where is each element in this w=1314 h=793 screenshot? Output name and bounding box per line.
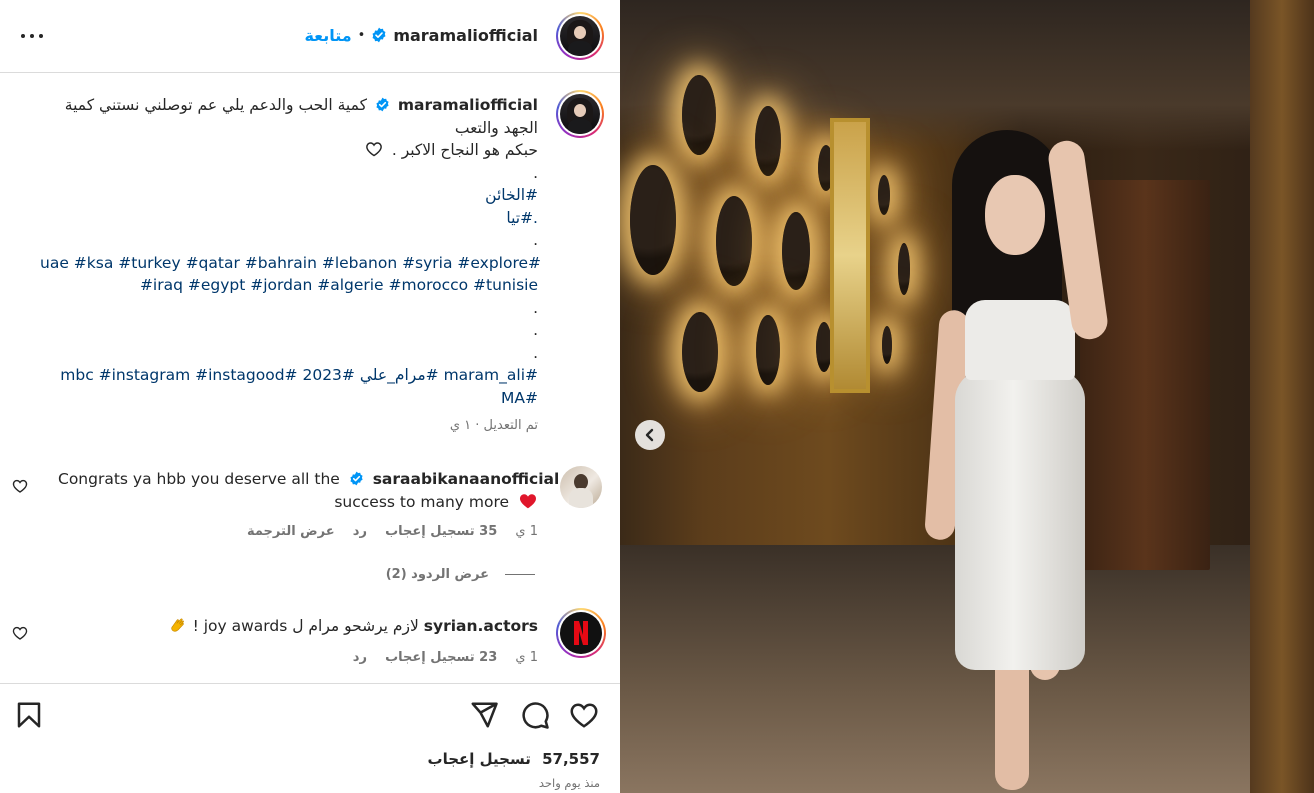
- post-caption: maramaliofficial كمية الحب والدعم يلي عم…: [40, 94, 541, 438]
- caption-text-line2: الجهد والتعب: [454, 118, 538, 137]
- comment-username[interactable]: saraabikanaanofficial: [373, 470, 560, 488]
- more-horizontal-icon-dot: [39, 34, 43, 38]
- comment-body: syrian.actors لازم يرشحو مرام ل joy awar…: [58, 615, 538, 638]
- wall-lamp: [782, 212, 810, 290]
- likes-summary[interactable]: 57,557 تسجيل إعجاب: [428, 750, 600, 768]
- send-icon[interactable]: [469, 700, 499, 730]
- caption-dot: .: [533, 231, 538, 249]
- comment-likes-count[interactable]: 35 تسجيل إعجاب: [385, 524, 497, 539]
- caption-username[interactable]: maramaliofficial: [398, 96, 538, 114]
- comment-avatar[interactable]: [560, 466, 602, 508]
- comment-body: Congrats ya hbb you deserve all the sara…: [58, 468, 559, 513]
- caption-text-line3-text: حبكم هو النجاح الاكبر .: [391, 141, 538, 159]
- comment-likes-count[interactable]: 23 تسجيل إعجاب: [385, 650, 497, 665]
- wall-lamp: [898, 243, 910, 295]
- caption-dot: .: [533, 163, 538, 182]
- caption-dot: .: [533, 298, 538, 317]
- more-horizontal-icon: [21, 34, 25, 38]
- view-replies-label: عرض الردود (2): [385, 567, 489, 582]
- hashtags-row1[interactable]: uae #ksa #turkey #qatar #bahrain #lebano…: [40, 252, 541, 275]
- caption-dot: .: [533, 343, 538, 362]
- comment-time[interactable]: 1 ي: [515, 524, 538, 539]
- replies-divider: [505, 574, 535, 575]
- caption-first-line: maramaliofficial كمية الحب والدعم يلي عم…: [40, 94, 538, 117]
- comment-meta: 1 ي 35 تسجيل إعجاب رد عرض الترجمة: [233, 524, 538, 539]
- header-username[interactable]: maramaliofficial: [393, 26, 538, 45]
- verified-badge-icon: [376, 97, 389, 112]
- red-heart-icon: [519, 493, 537, 508]
- hashtag-tia[interactable]: .#تيا: [40, 207, 538, 230]
- wall-lamp: [755, 106, 781, 176]
- view-replies-button[interactable]: عرض الردود (2): [385, 567, 535, 587]
- wall-lamp: [682, 75, 716, 155]
- like-heart-icon[interactable]: [569, 700, 599, 730]
- more-options-button[interactable]: [18, 22, 46, 50]
- caption-text-line1: كمية الحب والدعم يلي عم توصلني نستني كمي…: [64, 96, 367, 114]
- verified-badge-icon: [350, 471, 363, 486]
- comment-text-part2: success to many more: [334, 492, 510, 511]
- caption-text-line3: حبكم هو النجاح الاكبر .: [40, 139, 538, 162]
- hashtags-row2[interactable]: #iraq #egypt #jordan #algerie #morocco #…: [40, 274, 538, 297]
- follow-button[interactable]: متابعة: [304, 26, 351, 45]
- caption-avatar[interactable]: [556, 90, 604, 138]
- post-details-panel: maramaliofficial • متابعة maramalioffici…: [0, 0, 620, 793]
- hashtags-row3[interactable]: mbc #instagram #instagood# 2023# مرام_عل…: [40, 364, 538, 387]
- comment-text-part1: Congrats ya hbb you deserve all the: [58, 470, 340, 488]
- heart-outline-icon: [366, 142, 382, 157]
- comment-translate-button[interactable]: عرض الترجمة: [247, 524, 335, 539]
- caption-meta: تم التعديل · ١ ي: [449, 418, 538, 433]
- header-separator: •: [357, 27, 366, 43]
- header-user-row: maramaliofficial • متابعة: [304, 22, 538, 48]
- comment-meta: 1 ي 23 تسجيل إعجاب رد: [339, 650, 538, 665]
- post-action-bar: 57,557 تسجيل إعجاب منذ يوم واحد: [0, 683, 620, 793]
- photo-wall-panel: [1250, 0, 1314, 793]
- comment-icon[interactable]: [520, 700, 550, 730]
- more-horizontal-icon-dot: [30, 34, 34, 38]
- header-avatar[interactable]: [556, 12, 604, 60]
- likes-label: تسجيل إعجاب: [427, 750, 531, 768]
- likes-count: 57,557: [542, 750, 600, 768]
- verified-badge-icon: [372, 27, 386, 43]
- wall-lamp: [716, 196, 752, 286]
- comment-text: لازم يرشحو مرام ل joy awards !: [192, 617, 419, 635]
- comment-reply-button[interactable]: رد: [353, 524, 367, 539]
- comment-time[interactable]: 1 ي: [515, 650, 538, 665]
- wall-lamp: [756, 315, 780, 385]
- wall-lamp: [882, 326, 892, 364]
- comment-like-heart-icon[interactable]: [12, 478, 28, 494]
- clapping-hands-icon: [171, 618, 184, 632]
- comment-like-heart-icon[interactable]: [12, 625, 28, 641]
- woman-in-white-dress: [910, 120, 1140, 793]
- chevron-left-icon: [645, 428, 654, 442]
- bookmark-icon[interactable]: [14, 700, 44, 730]
- post-header: maramaliofficial • متابعة: [0, 0, 620, 73]
- caption-dot: .: [533, 321, 538, 339]
- hashtag-khaen[interactable]: #الخائن: [40, 184, 538, 207]
- comment-reply-button[interactable]: رد: [353, 650, 367, 665]
- post-photo: [620, 0, 1314, 793]
- guitar-frame: [830, 118, 870, 393]
- wall-lamp: [630, 165, 676, 275]
- carousel-previous-button[interactable]: [635, 420, 665, 450]
- wall-lamp: [878, 175, 890, 215]
- netflix-logo: [560, 612, 602, 654]
- wall-lamp: [682, 312, 718, 392]
- hashtags-row4[interactable]: MA#: [40, 387, 538, 410]
- comment-avatar[interactable]: [556, 608, 606, 658]
- post-time-ago[interactable]: منذ يوم واحد: [539, 776, 600, 790]
- comment-username[interactable]: syrian.actors: [424, 617, 538, 635]
